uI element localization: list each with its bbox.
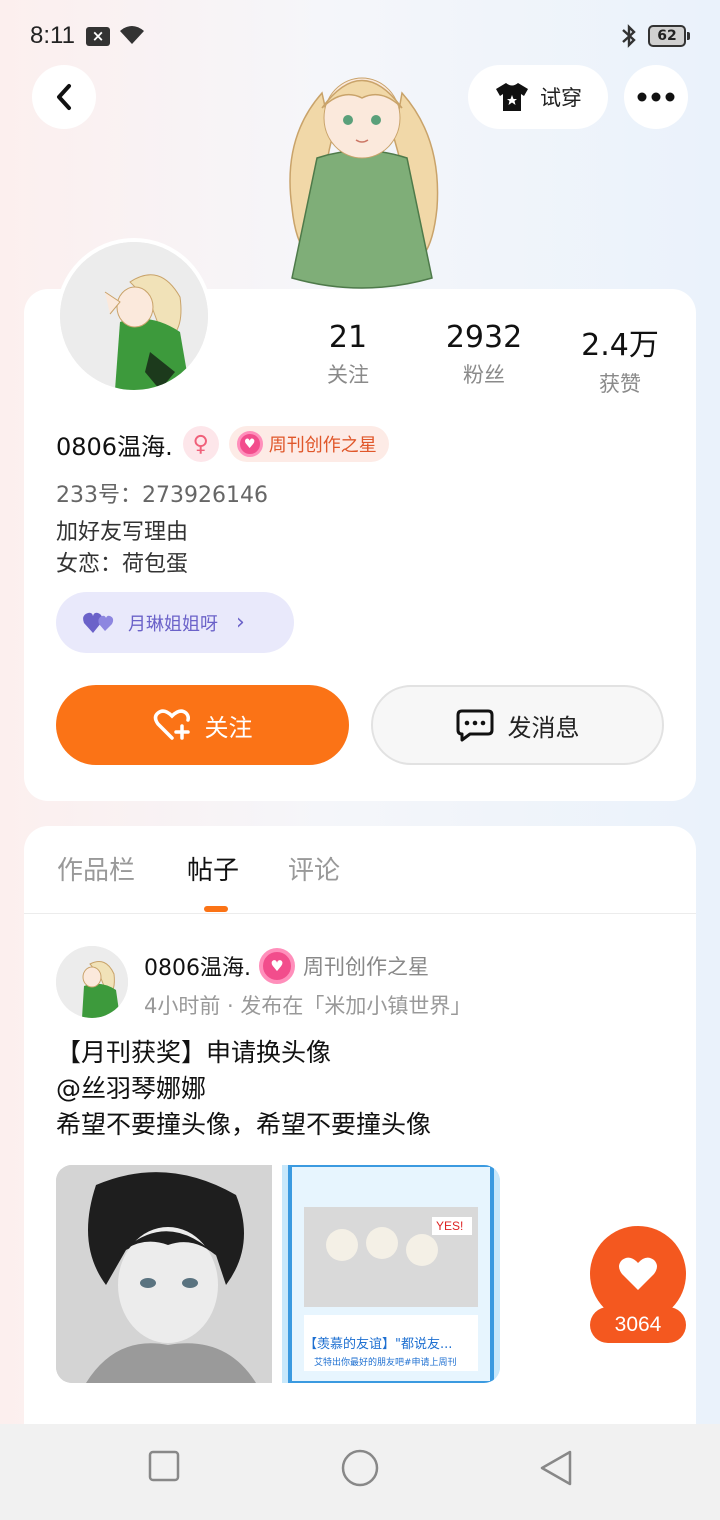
relation-label: 月琳姐姐呀 — [128, 613, 218, 635]
stat-followers-value: 2932 — [445, 320, 523, 355]
relation-pill[interactable]: 月琳姐姐呀 › — [56, 592, 294, 653]
medal-icon: ♥ — [236, 431, 263, 457]
stat-following[interactable]: 21 关注 — [288, 320, 408, 389]
medal-icon: ♥ — [258, 948, 295, 984]
chevron-right-icon: › — [236, 610, 245, 635]
character-illustration — [289, 77, 439, 289]
stat-likes-value: 2.4万 — [581, 328, 659, 363]
boy-portrait-image — [56, 1165, 272, 1383]
message-button[interactable]: 发消息 — [371, 685, 664, 765]
bio: 加好友写理由 女恋：荷包蛋 — [56, 517, 188, 581]
post-line: @丝羽琴娜娜 — [56, 1074, 207, 1103]
heart-plus-icon — [153, 709, 190, 740]
heart-icon — [619, 1257, 657, 1290]
username-row: 0806温海. ♀ ♥ 周刊创作之星 — [56, 425, 389, 463]
tab-posts[interactable]: 帖子 — [187, 850, 239, 887]
follow-button[interactable]: 关注 — [56, 685, 349, 765]
back-button[interactable] — [32, 65, 96, 129]
stat-following-label: 关注 — [327, 363, 369, 387]
more-button[interactable] — [624, 65, 688, 129]
bio-line: 加好友写理由 — [56, 520, 189, 545]
post-line: 希望不要撞头像，希望不要撞头像 — [56, 1110, 432, 1139]
post-badge-label: 周刊创作之星 — [302, 955, 429, 979]
double-heart-icon — [83, 612, 114, 633]
creator-star-label: 周刊创作之星 — [268, 435, 377, 456]
post-body[interactable]: 【月刊获奖】申请换头像 @丝羽琴娜娜 希望不要撞头像，希望不要撞头像 — [56, 1035, 431, 1143]
post-meta: 4小时前 · 发布在「米加小镇世界」 — [144, 994, 472, 1018]
post-user-row: 0806温海. ♥ 周刊创作之星 — [144, 948, 429, 984]
tabs-divider — [24, 913, 696, 914]
wifi-icon — [120, 26, 144, 44]
svg-text:YES!: YES! — [436, 1219, 463, 1233]
more-dots-icon — [637, 92, 675, 102]
recent-apps-icon[interactable] — [146, 1448, 182, 1484]
post-avatar[interactable] — [56, 946, 128, 1018]
notification-x-icon: × — [86, 27, 110, 46]
creator-star-badge[interactable]: ♥ 周刊创作之星 — [228, 426, 389, 462]
post-line: 【月刊获奖】申请换头像 — [56, 1038, 332, 1067]
try-on-label: 试穿 — [540, 86, 582, 110]
follow-label: 关注 — [204, 713, 253, 742]
stat-likes-label: 获赞 — [599, 372, 641, 396]
tab-indicator — [204, 906, 228, 912]
chevron-left-icon — [57, 84, 71, 110]
battery-indicator: 62 — [648, 25, 690, 47]
tab-works[interactable]: 作品栏 — [57, 850, 135, 887]
female-icon: ♀ — [182, 426, 219, 462]
back-triangle-icon[interactable] — [536, 1448, 576, 1488]
tshirt-icon — [496, 83, 528, 111]
user-id: 233号：273926146 — [56, 483, 268, 508]
stat-following-value: 21 — [328, 320, 368, 355]
like-count: 3064 — [590, 1307, 686, 1343]
tab-comments[interactable]: 评论 — [288, 850, 340, 887]
avatar[interactable] — [56, 238, 212, 394]
stat-followers[interactable]: 2932 粉丝 — [424, 320, 544, 389]
post-username[interactable]: 0806温海. — [144, 950, 251, 982]
bio-line: 女恋：荷包蛋 — [56, 552, 189, 577]
message-label: 发消息 — [507, 713, 580, 742]
poster-caption: 【羡慕的友谊】"都说友... — [304, 1337, 453, 1352]
home-icon[interactable] — [340, 1448, 380, 1488]
status-time: 8:11 — [30, 22, 75, 49]
username: 0806温海. — [56, 432, 173, 461]
bluetooth-icon — [622, 24, 636, 48]
stat-followers-label: 粉丝 — [463, 363, 505, 387]
post-avatar-image — [56, 946, 128, 1018]
chat-bubble-icon — [456, 709, 493, 742]
avatar-image — [60, 242, 208, 390]
poster-subcaption: 艾特出你最好的朋友吧#申请上周刊 — [314, 1358, 457, 1368]
stat-likes[interactable]: 2.4万 获赞 — [560, 320, 680, 398]
post-image-1[interactable] — [56, 1165, 272, 1383]
system-nav-bar — [0, 1424, 720, 1520]
try-on-button[interactable]: 试穿 — [468, 65, 608, 129]
